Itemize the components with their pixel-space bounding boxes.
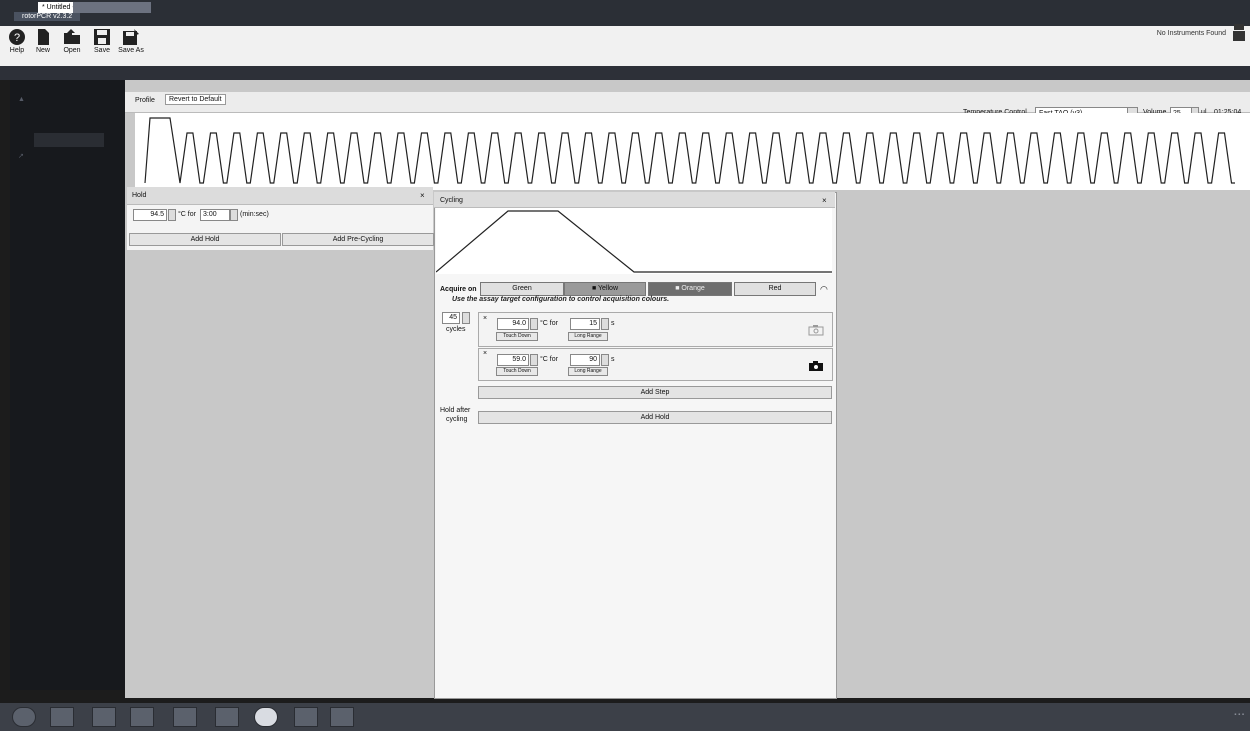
start-icon[interactable] [12, 707, 36, 727]
open-label: Open [63, 47, 81, 54]
step2-temp-unit: °C for [540, 356, 558, 363]
cycling-profile-line [436, 210, 832, 273]
hold-time-input[interactable]: 3:00 [200, 209, 230, 221]
delete-step-icon[interactable]: × [483, 350, 487, 357]
save-as-button[interactable]: Save As [118, 28, 144, 54]
step2-longrange-button[interactable]: Long Range [568, 367, 608, 376]
word-icon[interactable] [130, 707, 154, 727]
hold-after-label-2: cycling [446, 416, 468, 423]
new-label: New [35, 47, 50, 54]
step1-temp-input[interactable]: 94.0 [497, 318, 529, 330]
save-as-label: Save As [118, 47, 144, 54]
step2-time-input[interactable]: 90 [570, 354, 600, 366]
profile-graph [135, 113, 1250, 190]
cycling-title: Cycling [440, 197, 463, 204]
app-icon[interactable] [330, 707, 354, 727]
cycles-input[interactable]: 45 [442, 312, 460, 324]
open-folder-icon [64, 29, 80, 44]
cycling-header [434, 192, 835, 208]
channel-red-button[interactable]: Red [734, 282, 816, 296]
cycles-label: cycles [446, 326, 466, 333]
channel-yellow-label: Yellow [598, 285, 619, 292]
system-tray: ▪ ▪ ▪ [1234, 712, 1244, 718]
save-label: Save [94, 47, 110, 54]
save-as-icon [123, 29, 139, 45]
step1-longrange-button[interactable]: Long Range [568, 332, 608, 341]
open-button[interactable]: Open [59, 28, 85, 54]
step2-time-spinner[interactable] [601, 354, 609, 366]
hold-time-unit: (min:sec) [240, 211, 269, 218]
acquire-on-label: Acquire on [440, 286, 477, 293]
browser-icon[interactable] [254, 707, 278, 727]
save-icon [94, 29, 110, 45]
add-hold-button[interactable]: Add Hold [129, 233, 281, 246]
hold-temp-unit: °C for [178, 211, 196, 218]
nav-item-1[interactable]: ▲ [18, 96, 25, 110]
hold-title: Hold [132, 192, 147, 199]
hold-after-label: Hold after [440, 407, 471, 414]
new-button[interactable]: New [30, 28, 56, 54]
step1-time-input[interactable]: 15 [570, 318, 600, 330]
new-file-icon [38, 29, 49, 45]
step2-temp-input[interactable]: 59.0 [497, 354, 529, 366]
hold-temp-spinner[interactable] [168, 209, 176, 221]
hold-time-spinner[interactable] [230, 209, 238, 221]
svg-text:?: ? [14, 32, 20, 44]
step1-temp-spinner[interactable] [530, 318, 538, 330]
tab-second[interactable] [73, 2, 151, 13]
channel-green-button[interactable]: Green [480, 282, 564, 296]
left-nav: ▲ ↗ [10, 80, 125, 690]
chart-icon: ↗ [18, 153, 24, 160]
step1-time-spinner[interactable] [601, 318, 609, 330]
title-bar [0, 0, 1250, 26]
step1-temp-unit: °C for [540, 320, 558, 327]
camera-icon: ■ [591, 285, 597, 292]
profile-line [144, 117, 1235, 184]
save-button[interactable]: Save [89, 28, 115, 54]
cycles-spinner[interactable] [462, 312, 470, 324]
explorer-icon[interactable] [173, 707, 197, 727]
add-precycling-button[interactable]: Add Pre-Cycling [282, 233, 434, 246]
step2-time-unit: s [611, 356, 615, 363]
revert-default-button[interactable]: Revert to Default [165, 94, 226, 105]
app-icon[interactable] [92, 707, 116, 727]
nav-item-3[interactable] [34, 133, 104, 147]
app-icon[interactable] [294, 707, 318, 727]
cycling-graph [436, 208, 832, 274]
step1-time-unit: s [611, 320, 615, 327]
toolbar: ? Help New Open Save Save As [0, 26, 1250, 66]
close-icon[interactable]: × [420, 191, 425, 200]
channel-yellow-button[interactable]: ■ Yellow [564, 282, 646, 296]
profile-tab[interactable]: Profile [135, 97, 155, 104]
step2-touchdown-button[interactable]: Touch Down [496, 367, 538, 376]
help-icon: ? [9, 29, 25, 45]
camera-icon[interactable] [808, 324, 824, 336]
nav-icon: ▲ [18, 96, 25, 103]
add-hold-after-button[interactable]: Add Hold [478, 411, 832, 424]
tab-bar [0, 66, 1250, 80]
channel-orange-button[interactable]: ■ Orange [648, 282, 732, 296]
instrument-icon[interactable] [1232, 22, 1246, 42]
channel-orange-label: Orange [681, 285, 705, 292]
camera-icon[interactable] [808, 360, 824, 372]
add-step-button[interactable]: Add Step [478, 386, 832, 399]
help-circle-icon[interactable]: ◠ [820, 284, 828, 295]
help-label: Help [9, 47, 25, 54]
instrument-status: No Instruments Found [1156, 30, 1226, 37]
hold-temp-input[interactable]: 94.5 [133, 209, 167, 221]
step1-touchdown-button[interactable]: Touch Down [496, 332, 538, 341]
close-icon[interactable]: × [822, 196, 827, 205]
outlook-icon[interactable] [50, 707, 74, 727]
camera-icon: ■ [675, 285, 680, 292]
delete-step-icon[interactable]: × [483, 315, 487, 322]
step2-temp-spinner[interactable] [530, 354, 538, 366]
app-title: rotorPCR v2.3.2 [14, 12, 81, 21]
nav-item-4[interactable]: ↗ [18, 152, 24, 166]
hold-header [127, 187, 433, 205]
acquisition-note: Use the assay target configuration to co… [452, 296, 670, 303]
excel-icon[interactable] [215, 707, 239, 727]
help-button[interactable]: ? Help [4, 28, 30, 54]
